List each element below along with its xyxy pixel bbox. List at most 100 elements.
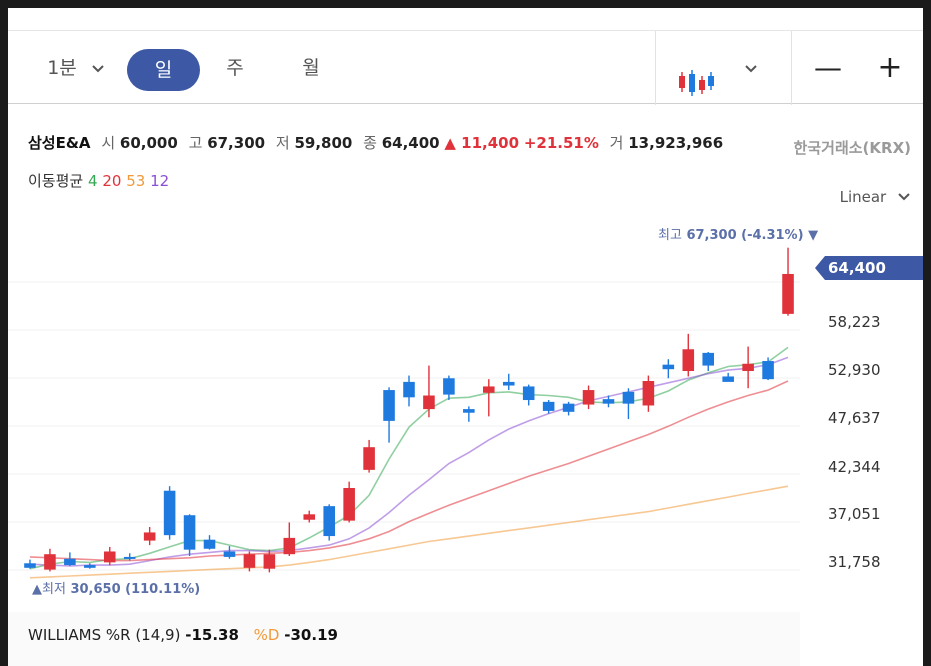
candle-body <box>223 551 236 557</box>
candle[interactable] <box>742 346 754 389</box>
indicator-d-label: %D <box>253 626 280 644</box>
scale-mode-label: Linear <box>839 188 887 206</box>
ma-period-53: 53 <box>126 172 146 190</box>
zoom-out-button[interactable]: — <box>813 31 843 105</box>
candle[interactable] <box>722 372 734 382</box>
candle-body <box>64 558 76 566</box>
indicator-name: WILLIAMS %R (14,9) <box>28 626 181 644</box>
chevron-down-icon[interactable] <box>88 31 108 105</box>
tab-month[interactable]: 월 <box>296 31 326 105</box>
candle-body <box>183 515 196 550</box>
divider <box>655 31 656 105</box>
candle-body <box>323 506 335 537</box>
candle-body <box>582 390 595 405</box>
candle[interactable] <box>64 552 76 566</box>
candlestick-chart[interactable] <box>8 218 923 612</box>
ma-period-12: 12 <box>150 172 170 190</box>
candle[interactable] <box>582 385 595 410</box>
divider <box>791 31 792 105</box>
candle-body <box>283 537 296 555</box>
candle[interactable] <box>24 559 36 569</box>
candle[interactable] <box>762 357 774 381</box>
candle[interactable] <box>163 486 176 540</box>
high-label: 고 <box>188 134 203 152</box>
close-value: 64,400 <box>381 134 440 152</box>
y-tick-label: 31,758 <box>828 553 881 571</box>
ma-line-53 <box>29 485 789 579</box>
candle[interactable] <box>662 359 675 379</box>
candle[interactable] <box>103 546 116 566</box>
low-value: 59,800 <box>294 134 353 152</box>
candle[interactable] <box>44 548 56 572</box>
moving-average-legend: 이동평균 4 20 53 12 <box>28 170 169 191</box>
candle-body <box>602 399 615 404</box>
candle[interactable] <box>183 514 196 557</box>
chart-toolbar: 1분 일 주 월 — + <box>8 30 923 105</box>
candle-body <box>44 554 56 570</box>
chevron-down-icon[interactable] <box>741 31 761 105</box>
candle-body <box>782 273 794 314</box>
candle-body <box>303 514 316 520</box>
y-tick-label: 37,051 <box>828 505 881 523</box>
candle-body <box>742 363 754 372</box>
interval-minute-select[interactable]: 1분 <box>42 31 82 105</box>
candle[interactable] <box>522 384 535 406</box>
candle[interactable] <box>383 387 395 443</box>
indicator-d-value: -30.19 <box>284 626 338 644</box>
quote-summary: 삼성E&A 시 60,000 고 67,300 저 59,800 종 64,40… <box>28 132 723 153</box>
candle[interactable] <box>682 333 695 377</box>
candle[interactable] <box>463 406 475 422</box>
tab-day[interactable]: 일 <box>127 49 200 91</box>
candle-body <box>163 490 176 536</box>
candle[interactable] <box>443 375 455 401</box>
low-annotation-label: ▲최저 <box>32 582 66 597</box>
low-annotation: ▲최저 30,650 (110.11%) <box>32 578 200 597</box>
zoom-in-button[interactable]: + <box>875 31 905 105</box>
candle-body <box>423 395 435 410</box>
y-tick-label: 42,344 <box>828 458 881 476</box>
candle[interactable] <box>702 351 715 372</box>
candle[interactable] <box>782 247 794 316</box>
y-tick-label: 47,637 <box>828 409 881 427</box>
low-annotation-value: 30,650 (110.11%) <box>70 582 201 597</box>
candle[interactable] <box>502 373 515 391</box>
candle[interactable] <box>143 526 156 546</box>
candle-body <box>463 409 475 413</box>
candle[interactable] <box>323 504 335 541</box>
candle-body <box>403 381 415 398</box>
candle-body <box>542 401 555 411</box>
candle[interactable] <box>203 535 216 550</box>
scale-mode-select[interactable]: Linear <box>840 188 911 206</box>
candle[interactable] <box>562 401 575 416</box>
candle-body <box>243 554 256 568</box>
open-value: 60,000 <box>119 134 178 152</box>
candle-body <box>562 403 575 412</box>
tab-week[interactable]: 주 <box>220 31 250 105</box>
ma-label: 이동평균 <box>28 172 84 190</box>
candle-body <box>762 361 774 380</box>
chart-panel: 1분 일 주 월 — + 삼성E&A 시 60,000 고 67,300 저 5… <box>8 8 923 666</box>
candle-body <box>343 488 355 521</box>
candle[interactable] <box>363 439 375 473</box>
candle[interactable] <box>303 510 316 523</box>
candle[interactable] <box>423 365 435 418</box>
candle[interactable] <box>403 375 415 407</box>
ma-period-20: 20 <box>102 172 122 190</box>
candle[interactable] <box>622 388 635 420</box>
candle-body <box>143 532 156 541</box>
last-price-value: 64,400 <box>828 259 886 277</box>
ma-period-4: 4 <box>87 172 98 190</box>
candlestick-icon[interactable] <box>676 55 716 96</box>
candle[interactable] <box>283 522 296 557</box>
low-label: 저 <box>275 134 290 152</box>
candle-body <box>722 376 734 382</box>
candle-body <box>682 349 695 372</box>
candle[interactable] <box>84 563 96 569</box>
candle[interactable] <box>483 379 495 417</box>
candle[interactable] <box>343 481 355 523</box>
candle-body <box>363 447 375 470</box>
candle[interactable] <box>642 375 655 412</box>
candle[interactable] <box>223 546 236 559</box>
candle-body <box>662 364 675 370</box>
change-percent: +21.51% <box>523 134 599 152</box>
